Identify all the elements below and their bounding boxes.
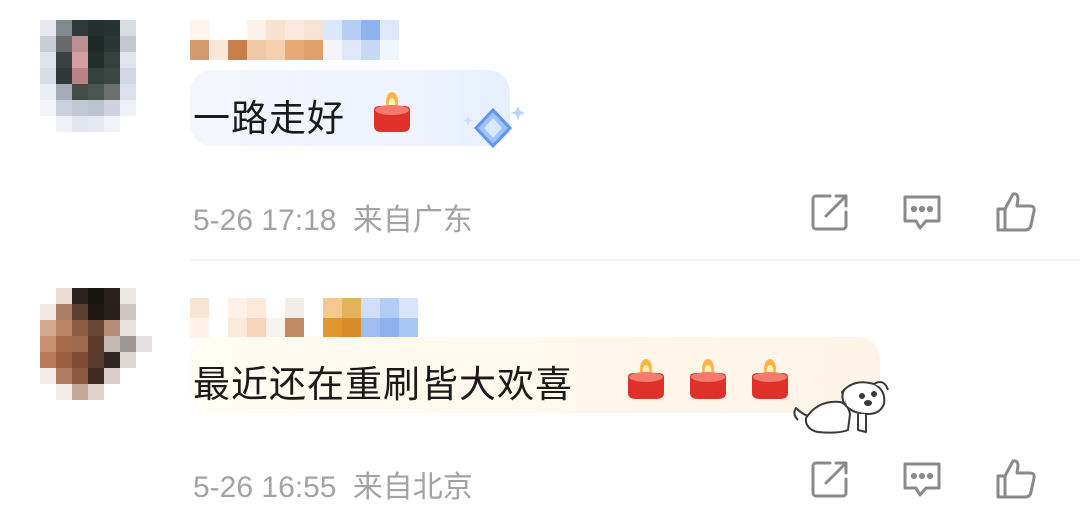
dog-sticker-icon: [793, 381, 889, 434]
diamond-badge-icon: [463, 106, 525, 149]
share-icon[interactable]: [806, 455, 854, 503]
comment-time: 5-26 16:55: [193, 471, 337, 504]
comment-meta: 5-26 17:18 来自广东: [193, 195, 473, 239]
like-icon[interactable]: [992, 455, 1040, 503]
comment-item[interactable]: 一路走好 5-26 17:18 来自广东: [0, 0, 1080, 260]
like-icon[interactable]: [992, 188, 1040, 236]
comment-text: 最近还在重刷皆大欢喜: [193, 363, 573, 406]
avatar[interactable]: [40, 20, 152, 132]
share-icon[interactable]: [806, 188, 854, 236]
avatar[interactable]: [40, 288, 152, 400]
candle-emoji: [690, 359, 726, 399]
reply-icon[interactable]: [898, 455, 946, 503]
comment-time: 5-26 17:18: [193, 204, 337, 237]
candle-emoji: [752, 359, 788, 399]
comment-meta: 5-26 16:55 来自北京: [193, 462, 473, 506]
divider: [190, 259, 1080, 261]
reply-icon[interactable]: [898, 188, 946, 236]
username[interactable]: [190, 298, 418, 338]
comment-item[interactable]: 最近还在重刷皆大欢喜 5-26 16:55 来自北京: [0, 262, 1080, 522]
comment-location: 来自北京: [352, 471, 473, 504]
comment-text: 一路走好: [193, 97, 345, 140]
candle-emoji: [374, 92, 410, 132]
comment-location: 来自广东: [352, 204, 473, 237]
username[interactable]: [190, 20, 399, 60]
candle-emoji: [628, 359, 664, 399]
